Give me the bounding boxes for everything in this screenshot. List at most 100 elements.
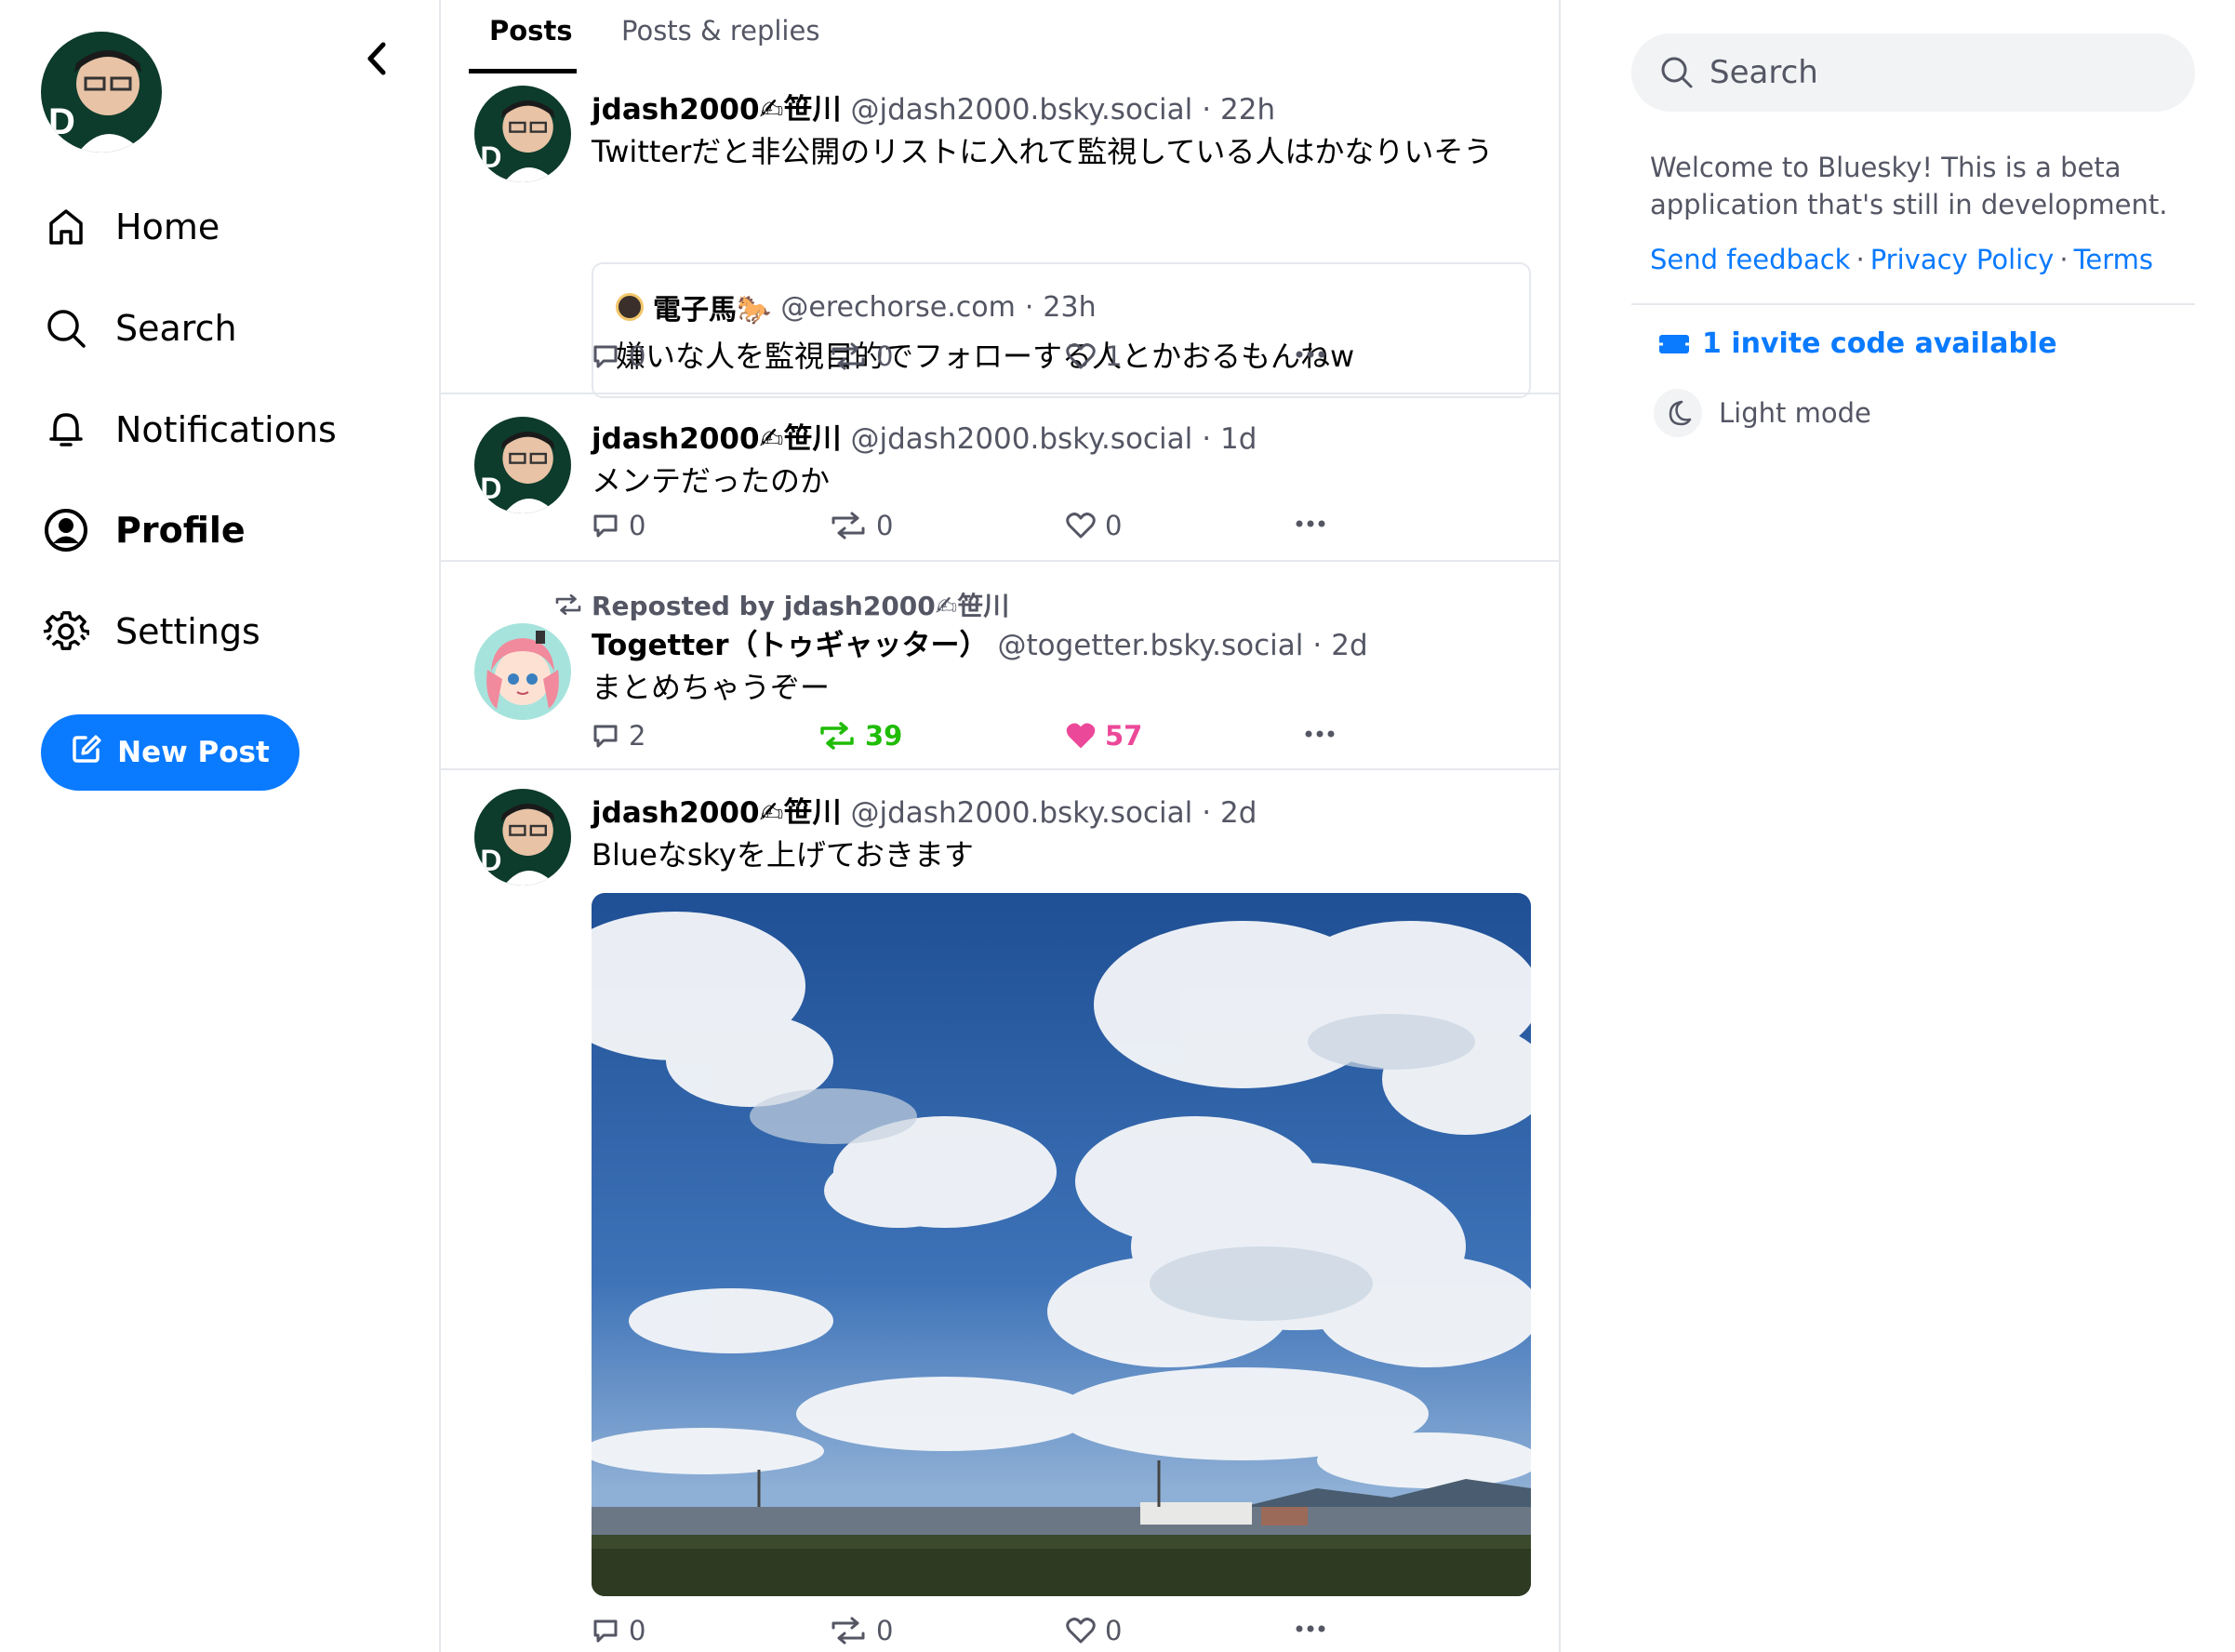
repost-button[interactable]: 39 xyxy=(818,720,902,752)
author-name[interactable]: Togetter（トゥギャッター） xyxy=(592,621,989,663)
post-actions: 0 0 0 xyxy=(592,510,1336,551)
repost-button[interactable]: 0 xyxy=(830,1615,893,1646)
home-icon xyxy=(41,202,91,252)
svg-text:D: D xyxy=(480,844,501,877)
more-options-button[interactable] xyxy=(1304,720,1336,748)
compose-icon xyxy=(71,733,102,772)
reply-icon xyxy=(593,1619,618,1643)
light-mode-label: Light mode xyxy=(1719,397,1871,429)
post-image[interactable] xyxy=(592,893,1531,1596)
chevron-left-icon xyxy=(367,42,386,75)
reposted-by-line[interactable]: Reposted by jdash2000✍笹川 xyxy=(554,586,1009,623)
reply-count: 0 xyxy=(629,340,646,372)
nav-search[interactable]: Search xyxy=(41,291,237,366)
profile-icon xyxy=(41,505,91,555)
post-actions: 0 0 0 xyxy=(592,1615,1336,1652)
reply-button[interactable]: 2 xyxy=(592,720,645,752)
invite-code-label: 1 invite code available xyxy=(1702,327,2057,360)
nav-home[interactable]: Home xyxy=(41,190,220,264)
post-avatar[interactable]: D xyxy=(474,417,571,513)
post-header: jdash2000✍笹川 @jdash2000.bsky.social · 1d xyxy=(592,415,1257,457)
tab-posts[interactable]: Posts xyxy=(489,15,573,47)
post[interactable]: D jdash2000✍笹川 @jdash2000.bsky.social · … xyxy=(441,394,1559,562)
author-name[interactable]: jdash2000✍笹川 xyxy=(592,789,842,831)
nav-notifications-label: Notifications xyxy=(115,409,337,450)
author-name[interactable]: jdash2000✍笹川 xyxy=(592,415,842,457)
moon-icon xyxy=(1654,389,1702,437)
author-handle[interactable]: @jdash2000.bsky.social xyxy=(851,422,1193,456)
like-button[interactable]: 1 xyxy=(1066,340,1122,372)
theme-toggle[interactable]: Light mode xyxy=(1654,389,1871,437)
like-button[interactable]: 57 xyxy=(1066,720,1142,752)
repost-icon xyxy=(831,512,865,540)
send-feedback-link[interactable]: Send feedback xyxy=(1650,244,1850,275)
ellipsis-icon xyxy=(1305,730,1335,738)
post-avatar[interactable] xyxy=(474,623,571,720)
repost-button[interactable]: 0 xyxy=(830,340,893,372)
user-avatar[interactable]: D xyxy=(41,32,162,153)
reply-button[interactable]: 0 xyxy=(592,1615,645,1646)
post[interactable]: D jdash2000✍笹川 @jdash2000.bsky.social · … xyxy=(441,76,1559,398)
welcome-text: Welcome to Bluesky! This is a beta appli… xyxy=(1650,152,2168,220)
post-text: まとめちゃうぞー xyxy=(592,670,831,705)
footer-links: Send feedback · Privacy Policy · Terms xyxy=(1650,244,2153,275)
nav-notifications[interactable]: Notifications xyxy=(41,393,337,467)
invite-code-button[interactable]: 1 invite code available xyxy=(1657,327,2057,360)
post-header: jdash2000✍笹川 @jdash2000.bsky.social · 2d xyxy=(592,789,1257,831)
privacy-policy-link[interactable]: Privacy Policy xyxy=(1870,244,2055,275)
post-time[interactable]: 1d xyxy=(1220,422,1257,456)
more-options-button[interactable] xyxy=(1295,340,1326,368)
author-name[interactable]: jdash2000✍笹川 xyxy=(592,86,842,127)
quote-author-name: 電子馬🐎 xyxy=(653,294,772,326)
post-header: Togetter（トゥギャッター） @togetter.bsky.social … xyxy=(592,621,1368,663)
post[interactable]: Reposted by jdash2000✍笹川 Togetter（トゥギャッタ… xyxy=(441,562,1559,770)
post-time[interactable]: 22h xyxy=(1220,93,1275,127)
separator-dot: · xyxy=(1202,93,1212,127)
ticket-icon xyxy=(1659,334,1689,353)
more-options-button[interactable] xyxy=(1295,1615,1326,1643)
repost-icon xyxy=(820,722,854,750)
like-button[interactable]: 0 xyxy=(1066,1615,1122,1646)
reposted-by-text: Reposted by jdash2000✍笹川 xyxy=(592,591,1010,621)
quote-header: 電子馬🐎 @erechorse.com · 23h xyxy=(616,286,1097,327)
separator-dot: · xyxy=(1312,629,1323,662)
post-time[interactable]: 2d xyxy=(1331,629,1367,662)
left-nav: D Home Search Notifications Profile Sett… xyxy=(0,0,439,1652)
collapse-sidebar-button[interactable] xyxy=(353,35,400,82)
repost-icon xyxy=(831,1617,865,1645)
terms-link[interactable]: Terms xyxy=(2074,244,2153,275)
post-text: メンテだったのか xyxy=(592,463,831,499)
quote-avatar xyxy=(616,293,644,321)
author-handle[interactable]: @togetter.bsky.social xyxy=(998,629,1304,662)
author-handle[interactable]: @jdash2000.bsky.social xyxy=(851,93,1193,127)
reply-count: 0 xyxy=(629,1615,646,1646)
nav-search-label: Search xyxy=(115,308,237,349)
like-count: 57 xyxy=(1105,720,1143,752)
post-avatar[interactable]: D xyxy=(474,789,571,886)
search-input[interactable]: Search xyxy=(1631,33,2195,112)
repost-icon xyxy=(555,593,581,616)
post-header: jdash2000✍笹川 @jdash2000.bsky.social · 22… xyxy=(592,86,1275,127)
repost-button[interactable]: 0 xyxy=(830,510,893,541)
tab-posts-and-replies[interactable]: Posts & replies xyxy=(621,15,819,47)
feed: Posts Posts & replies D jdash2000✍笹川 @jd… xyxy=(439,0,1561,1652)
post-avatar[interactable]: D xyxy=(474,86,571,182)
divider xyxy=(1631,303,2195,305)
nav-profile-label: Profile xyxy=(115,510,246,551)
post[interactable]: D jdash2000✍笹川 @jdash2000.bsky.social · … xyxy=(441,770,1559,1652)
post-time[interactable]: 2d xyxy=(1220,796,1257,830)
reply-button[interactable]: 0 xyxy=(592,340,645,372)
post-actions: 2 39 57 xyxy=(592,720,1336,761)
nav-settings[interactable]: Settings xyxy=(41,594,260,669)
like-button[interactable]: 0 xyxy=(1066,510,1122,541)
link-separator: · xyxy=(1856,244,1865,275)
reply-button[interactable]: 0 xyxy=(592,510,645,541)
more-options-button[interactable] xyxy=(1295,510,1326,538)
nav-profile[interactable]: Profile xyxy=(41,493,246,567)
reply-count: 0 xyxy=(629,510,646,541)
search-placeholder: Search xyxy=(1710,54,1818,91)
like-count: 0 xyxy=(1105,510,1123,541)
author-handle[interactable]: @jdash2000.bsky.social xyxy=(851,796,1193,830)
new-post-button[interactable]: New Post xyxy=(41,714,299,791)
like-count: 1 xyxy=(1105,340,1123,372)
